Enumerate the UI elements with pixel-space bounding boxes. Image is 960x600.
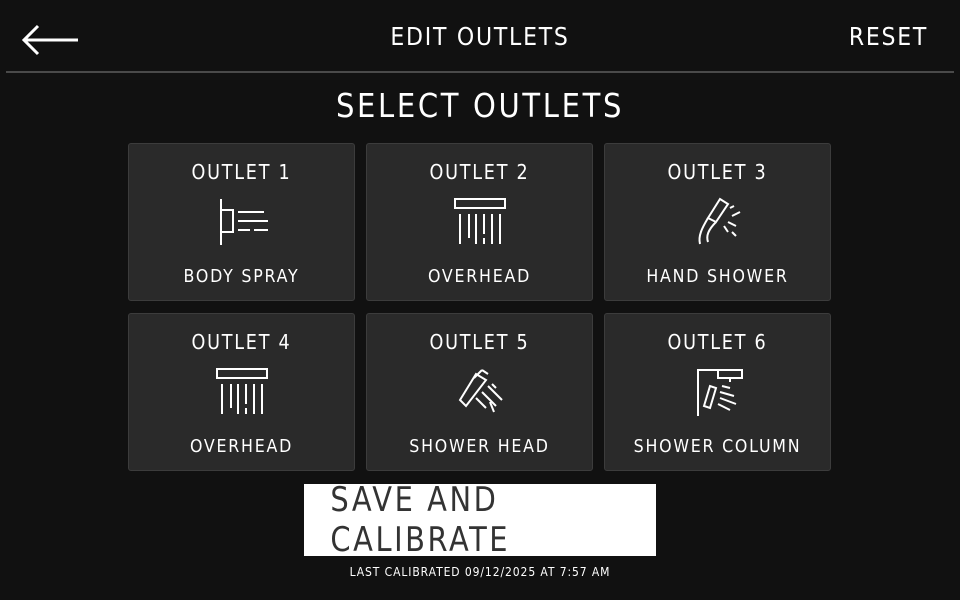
overhead-icon	[452, 196, 508, 248]
outlet-type-label: SHOWER HEAD	[409, 436, 550, 457]
outlet-type-label: OVERHEAD	[427, 266, 532, 287]
outlet-tile-5[interactable]: OUTLET 5 SHOWER HEAD	[366, 313, 593, 471]
shower-column-icon	[690, 366, 746, 418]
outlet-type-label: HAND SHOWER	[646, 266, 789, 287]
body-spray-icon	[214, 196, 270, 248]
outlet-grid: OUTLET 1 BODY SPRAY OUTLET 2 OVERHEAD OU…	[128, 143, 832, 471]
outlet-type-label: BODY SPRAY	[183, 266, 300, 287]
page-title: EDIT OUTLETS	[390, 22, 570, 51]
outlet-number-label: OUTLET 5	[429, 330, 530, 354]
outlet-tile-3[interactable]: OUTLET 3 HAND SHOWER	[604, 143, 831, 301]
save-and-calibrate-button[interactable]: SAVE AND CALIBRATE	[304, 480, 656, 560]
overhead-icon	[214, 366, 270, 418]
outlet-number-label: OUTLET 2	[429, 160, 530, 184]
last-calibrated-text: LAST CALIBRATED 09/12/2025 AT 7:57 AM	[349, 565, 611, 579]
shower-head-icon	[452, 366, 508, 418]
edit-outlets-screen: EDIT OUTLETS RESET SELECT OUTLETS OUTLET…	[0, 0, 960, 600]
outlet-type-label: OVERHEAD	[189, 436, 294, 457]
section-title: SELECT OUTLETS	[335, 86, 625, 125]
outlet-tile-2[interactable]: OUTLET 2 OVERHEAD	[366, 143, 593, 301]
outlet-tile-6[interactable]: OUTLET 6 SHOWER COLUMN	[604, 313, 831, 471]
outlet-tile-4[interactable]: OUTLET 4 OVERHEAD	[128, 313, 355, 471]
outlet-tile-1[interactable]: OUTLET 1 BODY SPRAY	[128, 143, 355, 301]
hand-shower-icon	[690, 196, 746, 248]
outlet-number-label: OUTLET 6	[667, 330, 768, 354]
save-button-label: SAVE AND CALIBRATE	[330, 480, 511, 560]
reset-button[interactable]: RESET	[849, 22, 928, 51]
outlet-number-label: OUTLET 3	[667, 160, 768, 184]
outlet-type-label: SHOWER COLUMN	[633, 436, 802, 457]
outlet-number-label: OUTLET 1	[191, 160, 292, 184]
header-divider	[6, 71, 954, 73]
outlet-number-label: OUTLET 4	[191, 330, 292, 354]
